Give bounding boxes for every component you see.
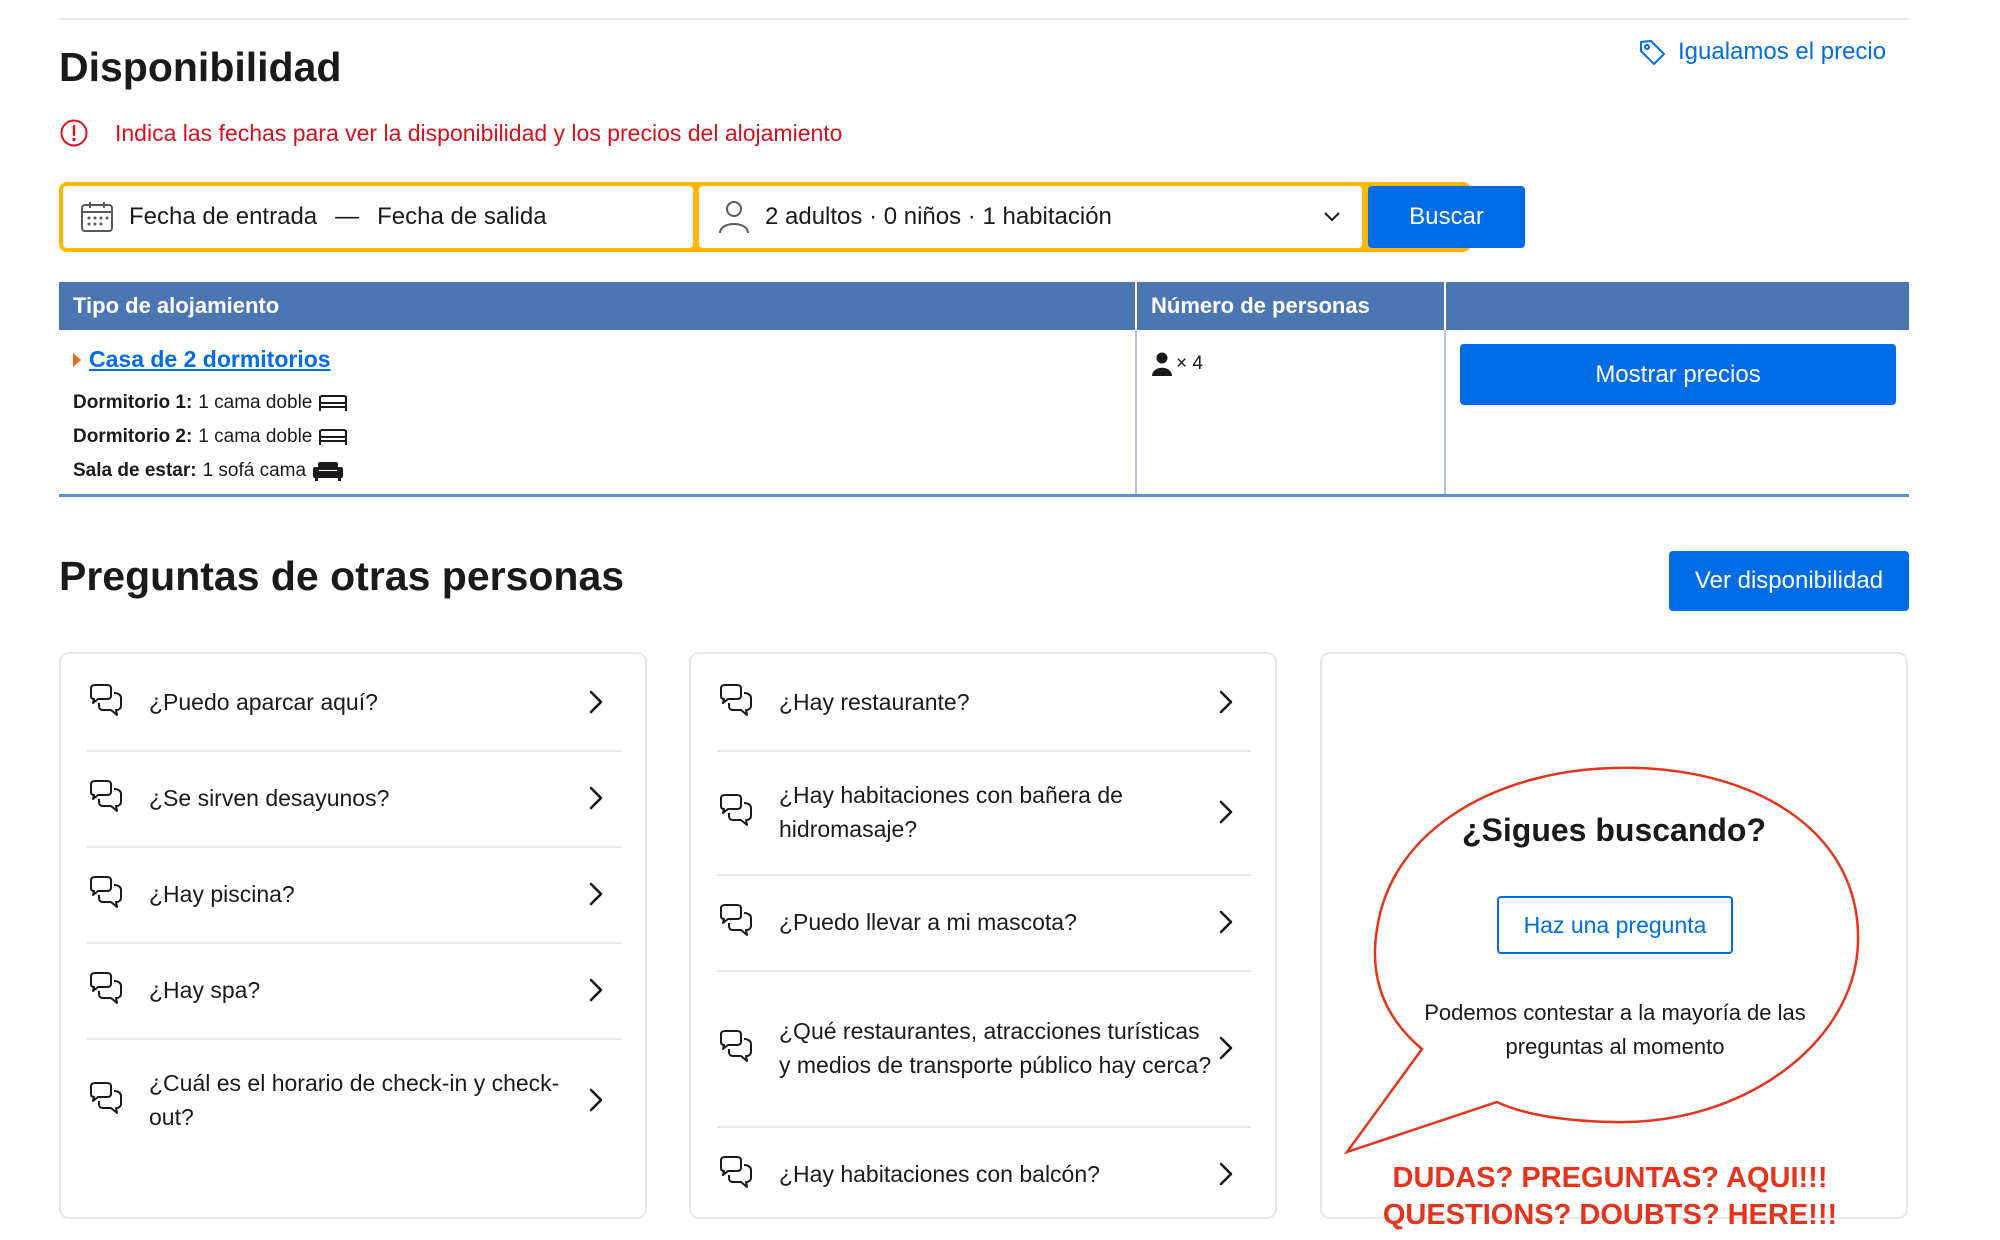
price-match-link[interactable]: Igualamos el precio [1638, 38, 1886, 66]
header-action [1446, 282, 1909, 330]
chat-bubbles-icon [90, 876, 122, 908]
question-item[interactable]: ¿Hay spa? [87, 942, 621, 1040]
person-solid-icon [1152, 352, 1172, 376]
questions-title: Preguntas de otras personas [59, 553, 625, 599]
calendar-icon [81, 202, 113, 232]
ask-question-button[interactable]: Haz una pregunta [1497, 896, 1733, 954]
room-name: Casa de 2 dormitorios [89, 346, 331, 372]
bed-value: 1 cama doble [198, 426, 313, 447]
persons-capacity: × 4 [1151, 352, 1203, 376]
chevron-right-icon [589, 882, 603, 906]
bed-value: 1 cama doble [198, 392, 313, 413]
question-item[interactable]: ¿Cuál es el horario de check-in y check-… [87, 1038, 621, 1162]
question-text: ¿Hay habitaciones con balcón? [779, 1161, 1100, 1187]
price-tag-icon [1640, 40, 1665, 65]
questions-card-2: ¿Hay restaurante? ¿Hay habitaciones con b… [689, 652, 1277, 1219]
question-text: ¿Hay habitaciones con bañera de hidromas… [779, 782, 1123, 842]
bed-line-1: Dormitorio 1: 1 cama doble [73, 392, 348, 414]
availability-title: Disponibilidad [59, 44, 342, 90]
chevron-right-icon [589, 978, 603, 1002]
sofa-icon [313, 462, 344, 481]
chevron-down-icon [1324, 212, 1340, 222]
question-item[interactable]: ¿Se sirven desayunos? [87, 750, 621, 848]
persons-cell: × 4 [1137, 330, 1446, 494]
question-text: ¿Puedo aparcar aquí? [149, 689, 378, 715]
annotation-line-2: QUESTIONS? DOUBTS? HERE!!! [1382, 1199, 1838, 1231]
show-prices-button[interactable]: Mostrar precios [1460, 344, 1896, 405]
chat-bubbles-icon [90, 684, 122, 716]
chevron-right-icon [1219, 690, 1233, 714]
bed-label: Sala de estar: [73, 460, 197, 481]
question-text: ¿Hay piscina? [149, 881, 295, 907]
chat-bubbles-icon [90, 1082, 122, 1114]
room-table: Tipo de alojamiento Número de personas C… [59, 282, 1909, 497]
chat-bubbles-icon [720, 1030, 752, 1062]
question-item[interactable]: ¿Qué restaurantes, atracciones turística… [717, 970, 1251, 1128]
annotation-line-1: DUDAS? PREGUNTAS? AQUI!!! [1392, 1162, 1828, 1194]
question-item[interactable]: ¿Hay habitaciones con balcón? [717, 1126, 1251, 1222]
price-match-label: Igualamos el precio [1678, 38, 1887, 65]
search-bar: Fecha de entrada — Fecha de salida 2 adu… [59, 182, 1525, 252]
bed-line-2: Dormitorio 2: 1 cama doble [73, 426, 348, 448]
checkout-label: Fecha de salida [377, 203, 547, 230]
bed-icon [319, 395, 348, 411]
chat-bubbles-icon [90, 972, 122, 1004]
guests-selector[interactable]: 2 adultos · 0 niños · 1 habitación [699, 186, 1362, 248]
chevron-right-icon [589, 1088, 603, 1112]
header-room-type: Tipo de alojamiento [59, 282, 1137, 330]
chat-bubbles-icon [720, 1156, 752, 1188]
chat-bubbles-icon [90, 780, 122, 812]
chevron-right-icon [589, 786, 603, 810]
question-item[interactable]: ¿Puedo llevar a mi mascota? [717, 874, 1251, 972]
question-item[interactable]: ¿Puedo aparcar aquí? [87, 654, 621, 752]
triangle-icon [73, 352, 81, 367]
persons-count: × 4 [1176, 353, 1203, 374]
alert-circle-icon [60, 119, 88, 147]
question-item[interactable]: ¿Hay restaurante? [717, 654, 1251, 752]
chat-bubbles-icon [720, 684, 752, 716]
action-cell: Mostrar precios [1446, 330, 1909, 494]
date-dash: — [335, 203, 360, 230]
search-button[interactable]: Buscar [1368, 186, 1525, 248]
alert-text: Indica las fechas para ver la disponibil… [115, 119, 843, 146]
table-header: Tipo de alojamiento Número de personas [59, 282, 1909, 330]
chevron-right-icon [1219, 800, 1233, 824]
chat-bubbles-icon [720, 904, 752, 936]
room-cell: Casa de 2 dormitorios Dormitorio 1: 1 ca… [59, 330, 1137, 494]
answer-info-text: Podemos contestar a la mayoría de las pr… [1424, 1000, 1806, 1059]
question-text: ¿Hay restaurante? [779, 689, 970, 715]
bed-value: 1 sofá cama [202, 460, 307, 481]
chat-bubbles-icon [720, 794, 752, 826]
question-text: ¿Cuál es el horario de check-in y check-… [149, 1070, 560, 1130]
question-item[interactable]: ¿Hay habitaciones con bañera de hidromas… [717, 750, 1251, 876]
bed-line-3: Sala de estar: 1 sofá cama [73, 460, 344, 482]
bed-label: Dormitorio 2: [73, 426, 193, 447]
handwritten-annotation: DUDAS? PREGUNTAS? AQUI!!! QUESTIONS? DOU… [1340, 1160, 1880, 1234]
date-range-field[interactable]: Fecha de entrada — Fecha de salida [63, 186, 693, 248]
questions-card-1: ¿Puedo aparcar aquí? ¿Se sirven desayunos… [59, 652, 647, 1219]
dates-alert: Indica las fechas para ver la disponibil… [59, 118, 842, 148]
chevron-right-icon [589, 690, 603, 714]
room-name-link[interactable]: Casa de 2 dormitorios [73, 346, 331, 373]
bed-icon [319, 429, 348, 445]
table-row: Casa de 2 dormitorios Dormitorio 1: 1 ca… [59, 330, 1909, 497]
bed-label: Dormitorio 1: [73, 392, 193, 413]
guests-value: 2 adultos · 0 niños · 1 habitación [765, 203, 1112, 230]
still-looking-title: ¿Sigues buscando? [1461, 812, 1767, 848]
ask-question-card: ¿Sigues buscando? Haz una pregunta Podem… [1320, 652, 1908, 1219]
chevron-right-icon [1219, 910, 1233, 934]
person-icon [719, 201, 749, 234]
question-item[interactable]: ¿Hay piscina? [87, 846, 621, 944]
top-divider [59, 18, 1909, 20]
see-availability-button[interactable]: Ver disponibilidad [1669, 551, 1909, 611]
question-text: ¿Se sirven desayunos? [149, 785, 390, 811]
question-text: ¿Qué restaurantes, atracciones turística… [779, 1018, 1212, 1078]
chevron-right-icon [1219, 1162, 1233, 1186]
checkin-label: Fecha de entrada [129, 203, 318, 230]
header-persons: Número de personas [1137, 282, 1446, 330]
chevron-right-icon [1219, 1036, 1233, 1060]
question-text: ¿Puedo llevar a mi mascota? [779, 909, 1077, 935]
question-text: ¿Hay spa? [149, 977, 261, 1003]
